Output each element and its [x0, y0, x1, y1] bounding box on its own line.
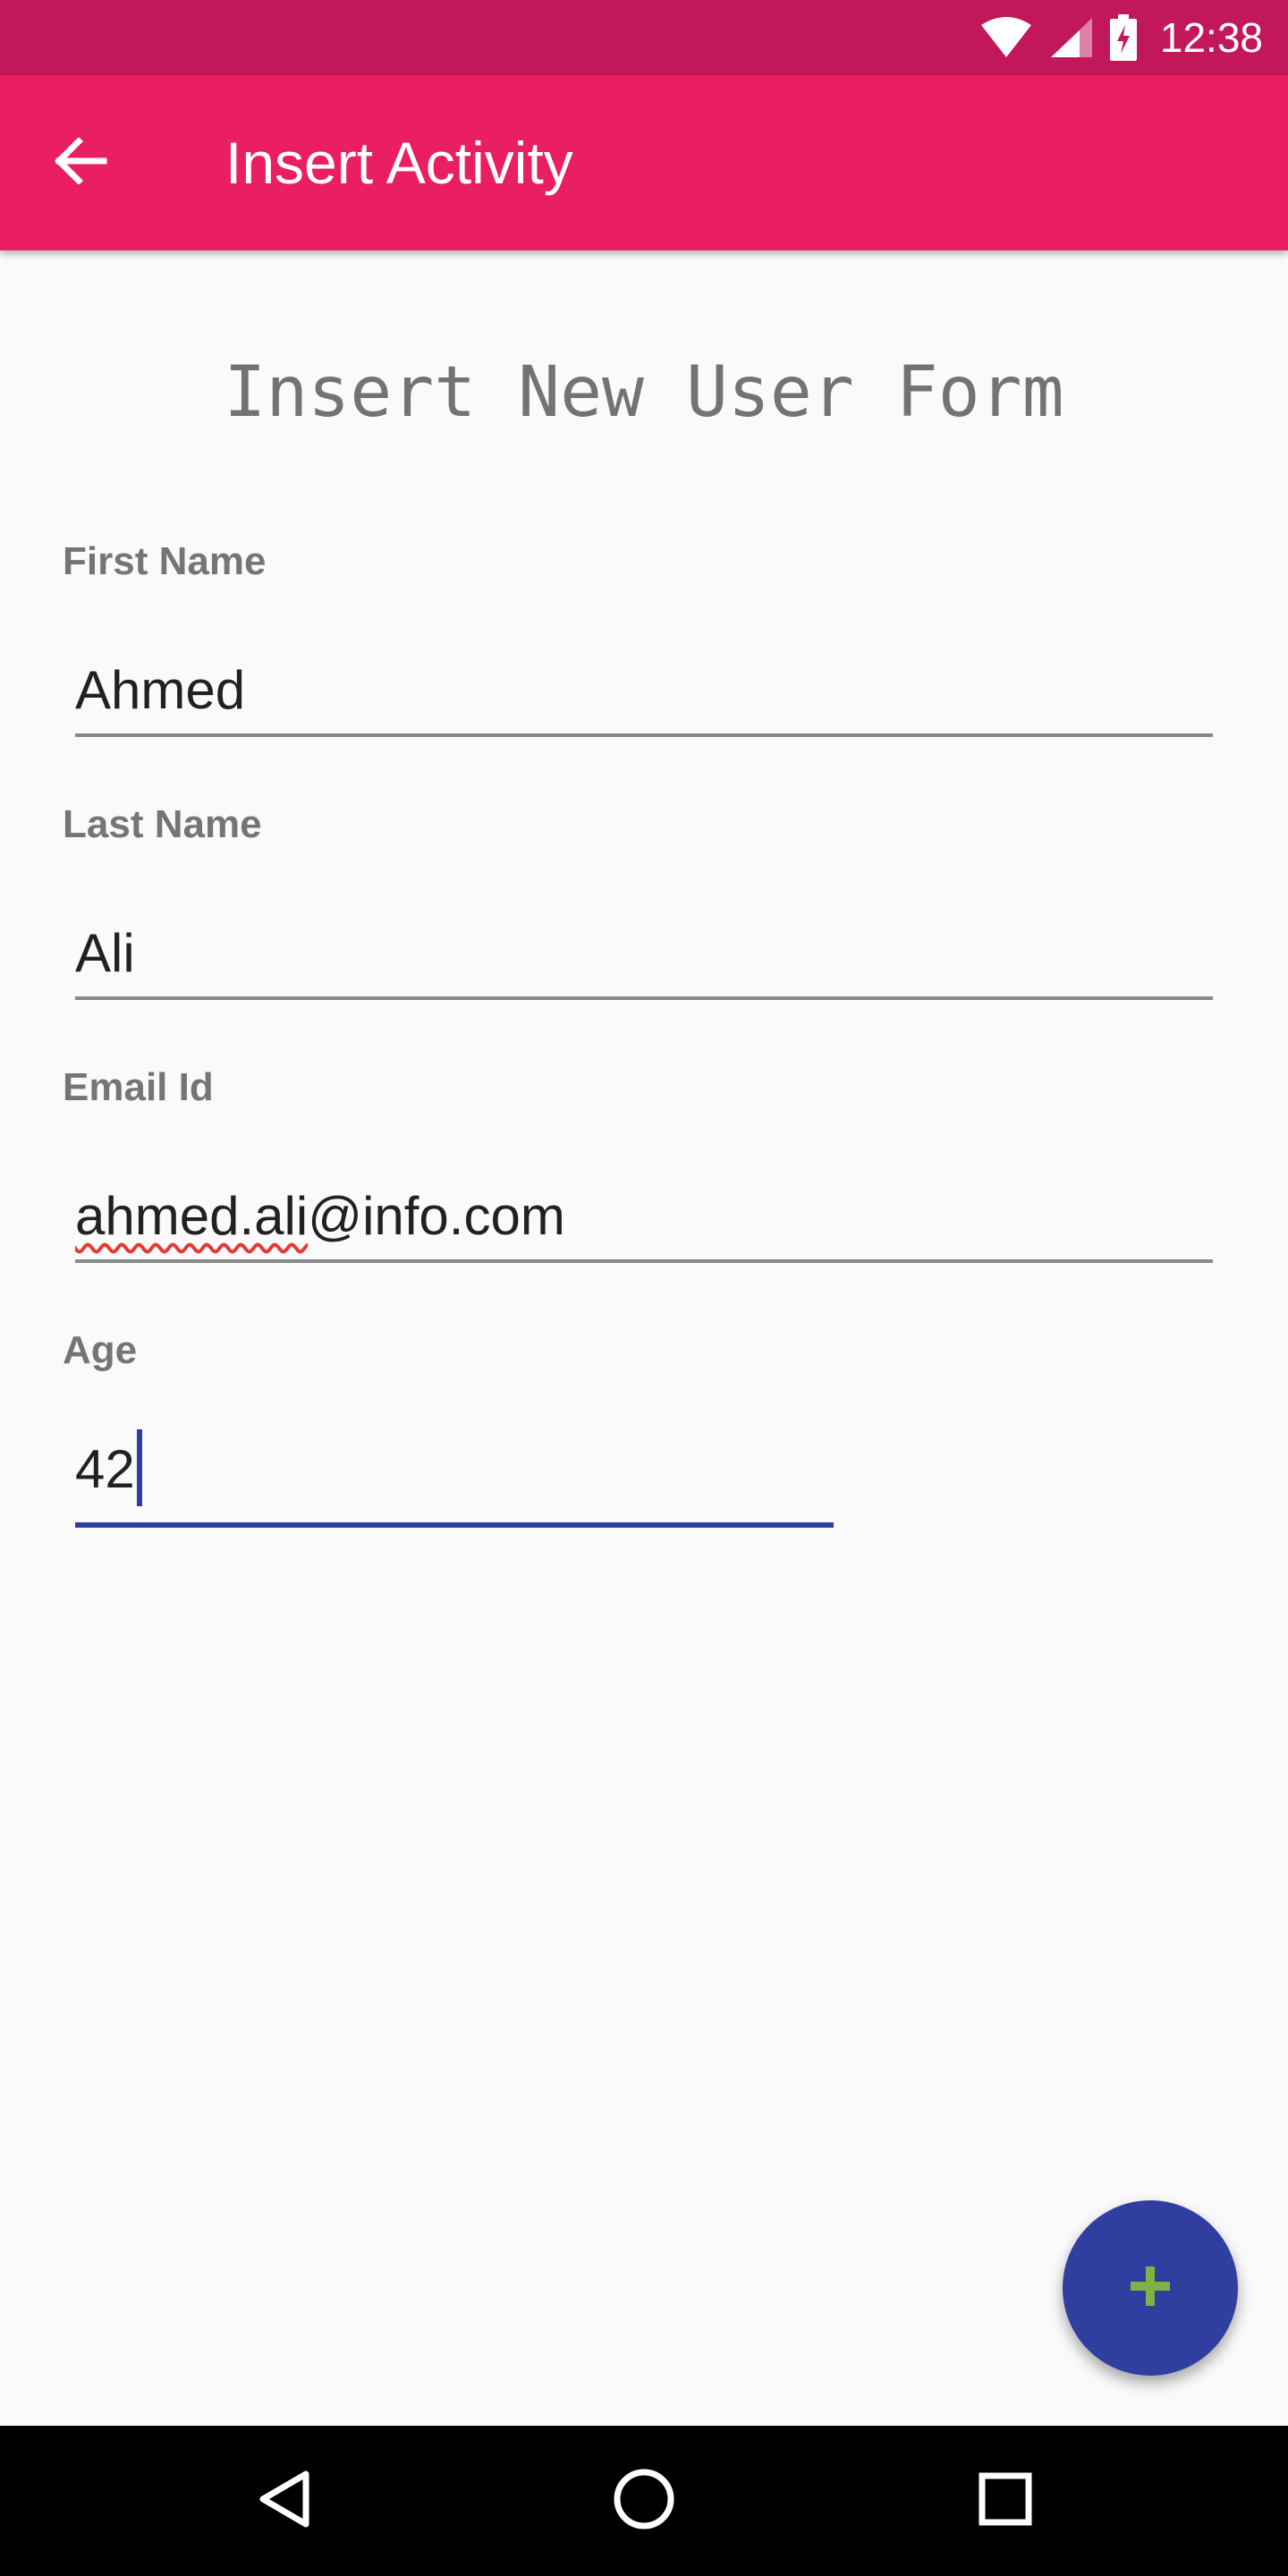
email-field[interactable]: ahmed.ali@info.com — [75, 1174, 1213, 1263]
add-fab-button[interactable] — [1063, 2200, 1238, 2376]
status-bar: 12:38 — [0, 0, 1288, 75]
last-name-label: Last Name — [63, 802, 262, 846]
back-button[interactable] — [36, 118, 125, 208]
recents-square-icon — [978, 2471, 1033, 2531]
navigation-bar — [0, 2426, 1288, 2576]
back-triangle-icon — [256, 2469, 313, 2534]
nav-home-button[interactable] — [599, 2456, 689, 2546]
email-label: Email Id — [63, 1065, 214, 1109]
last-name-field[interactable]: Ali — [75, 911, 1213, 1000]
email-value: ahmed.ali@info.com — [75, 1184, 565, 1249]
home-circle-icon — [613, 2468, 675, 2535]
arrow-back-icon — [54, 136, 107, 189]
wifi-icon — [979, 16, 1033, 59]
age-field[interactable]: 42 — [75, 1429, 834, 1528]
age-value-text: 42 — [75, 1438, 135, 1499]
app-bar: Insert Activity — [0, 75, 1288, 250]
status-icons: 12:38 — [979, 0, 1263, 75]
first-name-label: First Name — [63, 539, 267, 583]
nav-recents-button[interactable] — [961, 2456, 1050, 2546]
form-heading: Insert New User Form — [224, 352, 1064, 433]
battery-charging-icon — [1109, 14, 1137, 61]
app-title: Insert Activity — [225, 130, 573, 196]
email-misspelled-segment: ahmed.ali — [75, 1186, 309, 1246]
age-value: 42 — [75, 1429, 142, 1512]
nav-back-button[interactable] — [240, 2456, 329, 2546]
plus-icon — [1129, 2265, 1172, 2312]
first-name-value: Ahmed — [75, 660, 246, 720]
text-cursor — [136, 1429, 142, 1506]
last-name-value: Ali — [75, 923, 135, 983]
status-clock: 12:38 — [1159, 14, 1263, 61]
cellular-signal-icon — [1049, 16, 1094, 59]
first-name-field[interactable]: Ahmed — [75, 648, 1213, 737]
age-label: Age — [63, 1328, 138, 1372]
email-domain-segment: @info.com — [308, 1186, 565, 1246]
